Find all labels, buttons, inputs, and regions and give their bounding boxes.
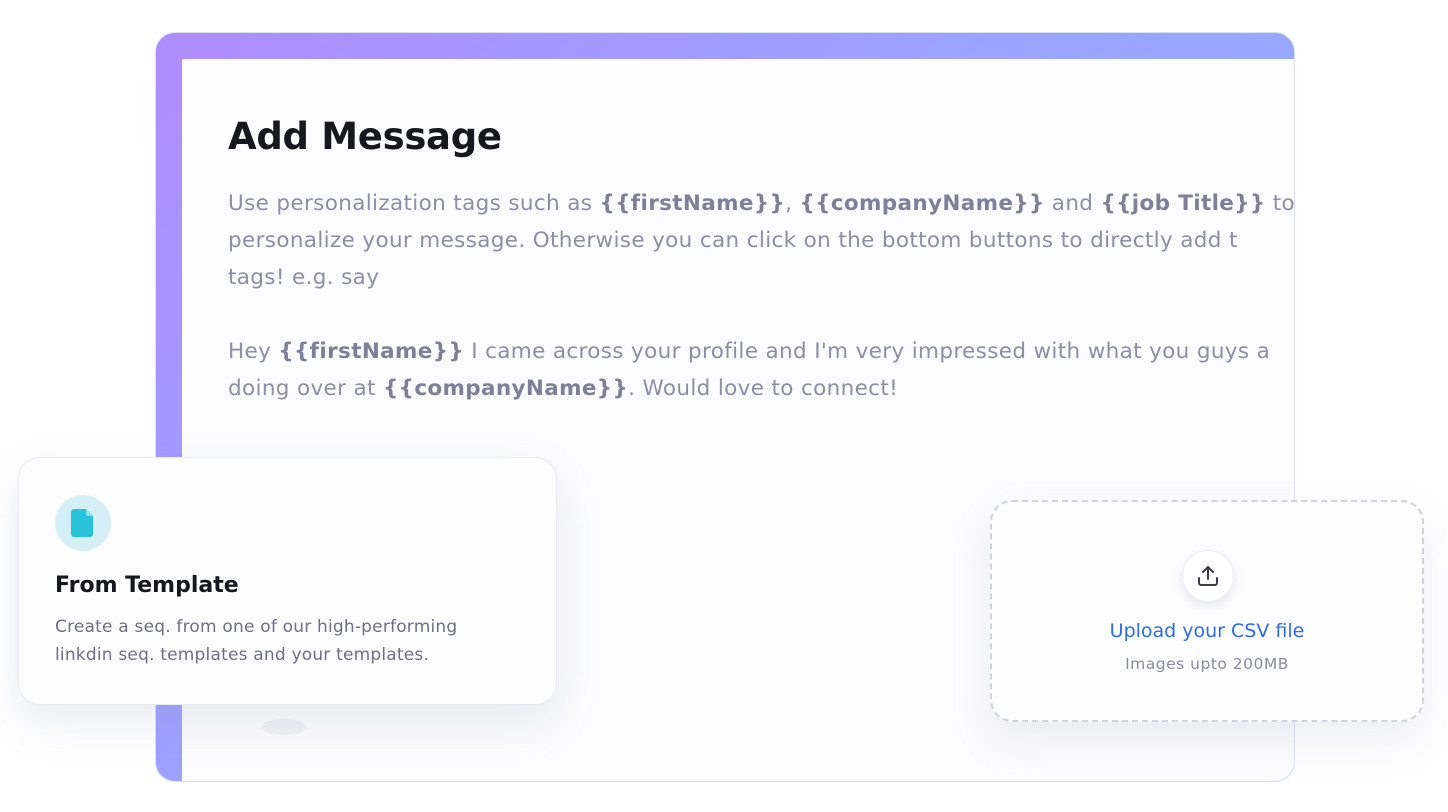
example-line-2: doing over at {{companyName}}. Would lov…: [228, 370, 1294, 407]
tag-first-name: {{firstName}}: [278, 339, 465, 364]
template-desc-line: linkdin seq. templates and your template…: [55, 645, 430, 665]
template-title: From Template: [55, 573, 239, 598]
description-line-3: tags! e.g. say: [228, 265, 380, 290]
description-line-1: Use personalization tags such as {{first…: [228, 185, 1294, 222]
canvas: Add Message Use personalization tags suc…: [0, 0, 1448, 812]
upload-icon[interactable]: [1182, 550, 1234, 602]
tag-first-name: {{firstName}}: [599, 191, 786, 216]
document-icon: [55, 495, 111, 551]
upload-csv-link[interactable]: Upload your CSV file: [992, 620, 1422, 642]
page-title: Add Message: [228, 115, 502, 158]
example-text: Hey: [228, 339, 279, 364]
message-description: Use personalization tags such as {{first…: [228, 185, 1294, 407]
example-text: I came across your profile and I'm very …: [464, 339, 1271, 364]
decorative-shadow: [262, 719, 306, 735]
tag-company-name: {{companyName}}: [799, 191, 1045, 216]
description-text: Use personalization tags such as: [228, 191, 600, 216]
description-text: ,: [785, 191, 800, 216]
template-description: Create a seq. from one of our high-perfo…: [55, 613, 535, 669]
example-text: . Would love to connect!: [628, 376, 899, 401]
example-line-1: Hey {{firstName}} I came across your pro…: [228, 333, 1294, 370]
template-desc-line: Create a seq. from one of our high-perfo…: [55, 617, 458, 637]
description-line-2: personalize your message. Otherwise you …: [228, 228, 1238, 253]
upload-size-hint: Images upto 200MB: [1125, 655, 1289, 673]
example-text: doing over at: [228, 376, 384, 401]
csv-upload-dropzone[interactable]: Upload your CSV file Images upto 200MB: [990, 500, 1424, 722]
tag-job-title: {{job Title}}: [1100, 191, 1266, 216]
description-text: and: [1044, 191, 1101, 216]
tag-company-name: {{companyName}}: [383, 376, 629, 401]
from-template-card[interactable]: From Template Create a seq. from one of …: [18, 457, 557, 705]
description-text: to: [1265, 191, 1294, 216]
